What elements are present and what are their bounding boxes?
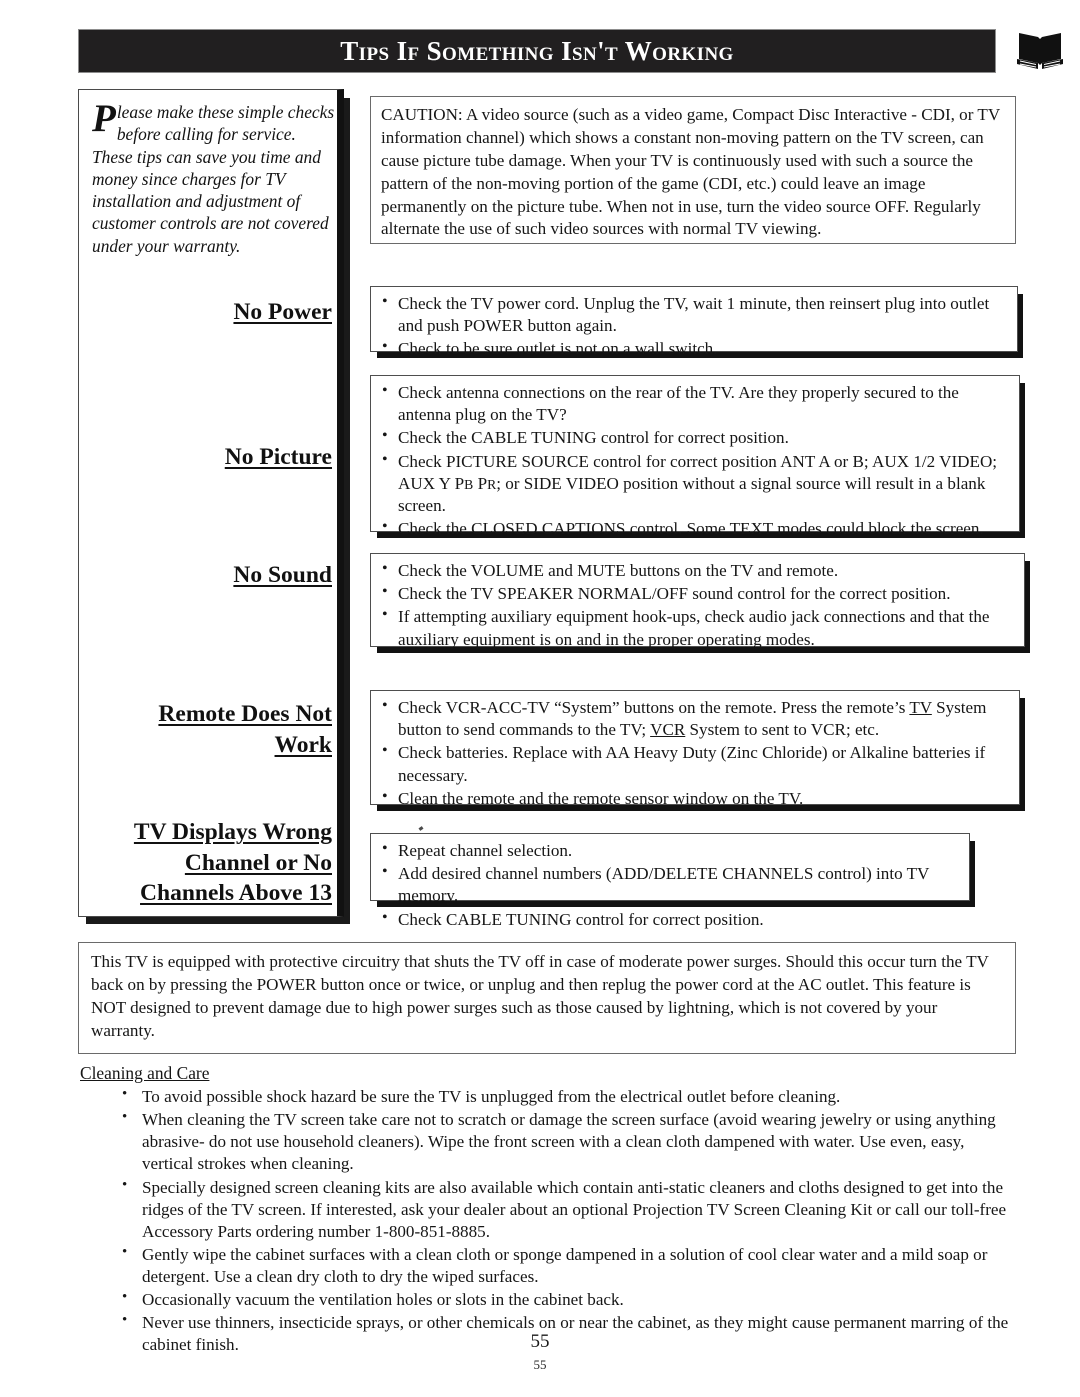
section-heading-line: Channels Above 13 [140, 880, 332, 907]
cleaning-and-care-list: To avoid possible shock hazard be sure t… [118, 1085, 1018, 1358]
list-item: Specially designed screen cleaning kits … [118, 1175, 1018, 1243]
power-surge-text: This TV is equipped with protective circ… [91, 952, 989, 1040]
caution-text: CAUTION: A video source (such as a video… [381, 105, 1000, 239]
tv-channel-bullets: Repeat channel selection. Add desired ch… [379, 839, 959, 931]
section-heading-remote-does-not-work: Remote Does Not Work [92, 699, 332, 760]
bullet-item: Check VCR-ACC-TV “System” buttons on the… [379, 696, 1009, 741]
list-item: When cleaning the TV screen take care no… [118, 1108, 1018, 1175]
no-sound-box: Check the VOLUME and MUTE buttons on the… [370, 553, 1025, 649]
no-picture-box: Check antenna connections on the rear of… [370, 375, 1020, 538]
tv-displays-wrong-channel-box: Repeat channel selection. Add desired ch… [370, 833, 970, 929]
page-number: 55 [530, 1331, 550, 1352]
bullet-item: Check PICTURE SOURCE control for correct… [379, 450, 1009, 518]
no-power-box: Check the TV power cord. Unplug the TV, … [370, 286, 1018, 358]
section-heading-line: No Picture [224, 444, 332, 470]
bullet-item: Check the CABLE TUNING control for corre… [379, 426, 1009, 449]
bullet-item: Check batteries. Replace with AA Heavy D… [379, 741, 1009, 786]
list-item: To avoid possible shock hazard be sure t… [118, 1085, 1018, 1108]
list-item: Gently wipe the cabinet surfaces with a … [118, 1243, 1018, 1288]
bullet-item: Check CABLE TUNING control for correct p… [379, 908, 959, 931]
bullet-item: Check the CLOSED CAPTIONS control. Some … [379, 517, 1009, 540]
intro-paragraph: Please make these simple checks before c… [92, 97, 337, 257]
bullet-item: Repeat channel selection. [379, 839, 959, 862]
bullet-item: Check to be sure outlet is not on a wall… [379, 337, 1007, 360]
section-heading-line: Remote Does Not [158, 701, 332, 727]
section-heading-line: Work [274, 731, 332, 758]
section-heading-line: No Sound [233, 562, 332, 588]
section-heading-no-picture: No Picture [92, 442, 332, 473]
intro-text: lease make these simple checks before ca… [92, 102, 335, 256]
scan-artifact-mark [418, 826, 424, 831]
no-sound-bullets: Check the VOLUME and MUTE buttons on the… [379, 559, 1014, 651]
bullet-item: Clean the remote and the remote sensor w… [379, 787, 1009, 810]
cleaning-and-care-title: Cleaning and Care [80, 1063, 210, 1083]
page-header-banner: Tips If Something Isn't Working [78, 29, 996, 73]
bullet-item: If attempting auxiliary equipment hook-u… [379, 605, 1014, 650]
intro-dropcap: P [92, 97, 116, 140]
section-heading-line: Channel or No [184, 849, 332, 876]
section-heading-line: No Power [233, 299, 332, 325]
remote-bullets: Check VCR-ACC-TV “System” buttons on the… [379, 696, 1009, 810]
open-book-icon [1014, 29, 1066, 73]
bullet-item: Check the TV SPEAKER NORMAL/OFF sound co… [379, 582, 1014, 605]
section-heading-line: TV Displays Wrong [133, 819, 332, 845]
bullet-item: Check the TV power cord. Unplug the TV, … [379, 292, 1007, 337]
bullet-item: Add desired channel numbers (ADD/DELETE … [379, 862, 959, 907]
bullet-item: Check antenna connections on the rear of… [379, 381, 1009, 426]
section-heading-no-sound: No Sound [92, 560, 332, 591]
caution-box: CAUTION: A video source (such as a video… [370, 96, 1016, 244]
section-heading-no-power: No Power [92, 297, 332, 328]
no-power-bullets: Check the TV power cord. Unplug the TV, … [379, 292, 1007, 361]
page-number-small: 55 [533, 1357, 547, 1372]
section-heading-tv-displays-wrong-channel: TV Displays Wrong Channel or No Channels… [92, 817, 332, 909]
list-item: Occasionally vacuum the ventilation hole… [118, 1288, 1018, 1311]
bullet-item: Check the VOLUME and MUTE buttons on the… [379, 559, 1014, 582]
page-title: Tips If Something Isn't Working [340, 35, 734, 66]
remote-does-not-work-box: Check VCR-ACC-TV “System” buttons on the… [370, 690, 1020, 808]
no-picture-bullets: Check antenna connections on the rear of… [379, 381, 1009, 541]
power-surge-box: This TV is equipped with protective circ… [78, 942, 1016, 1054]
